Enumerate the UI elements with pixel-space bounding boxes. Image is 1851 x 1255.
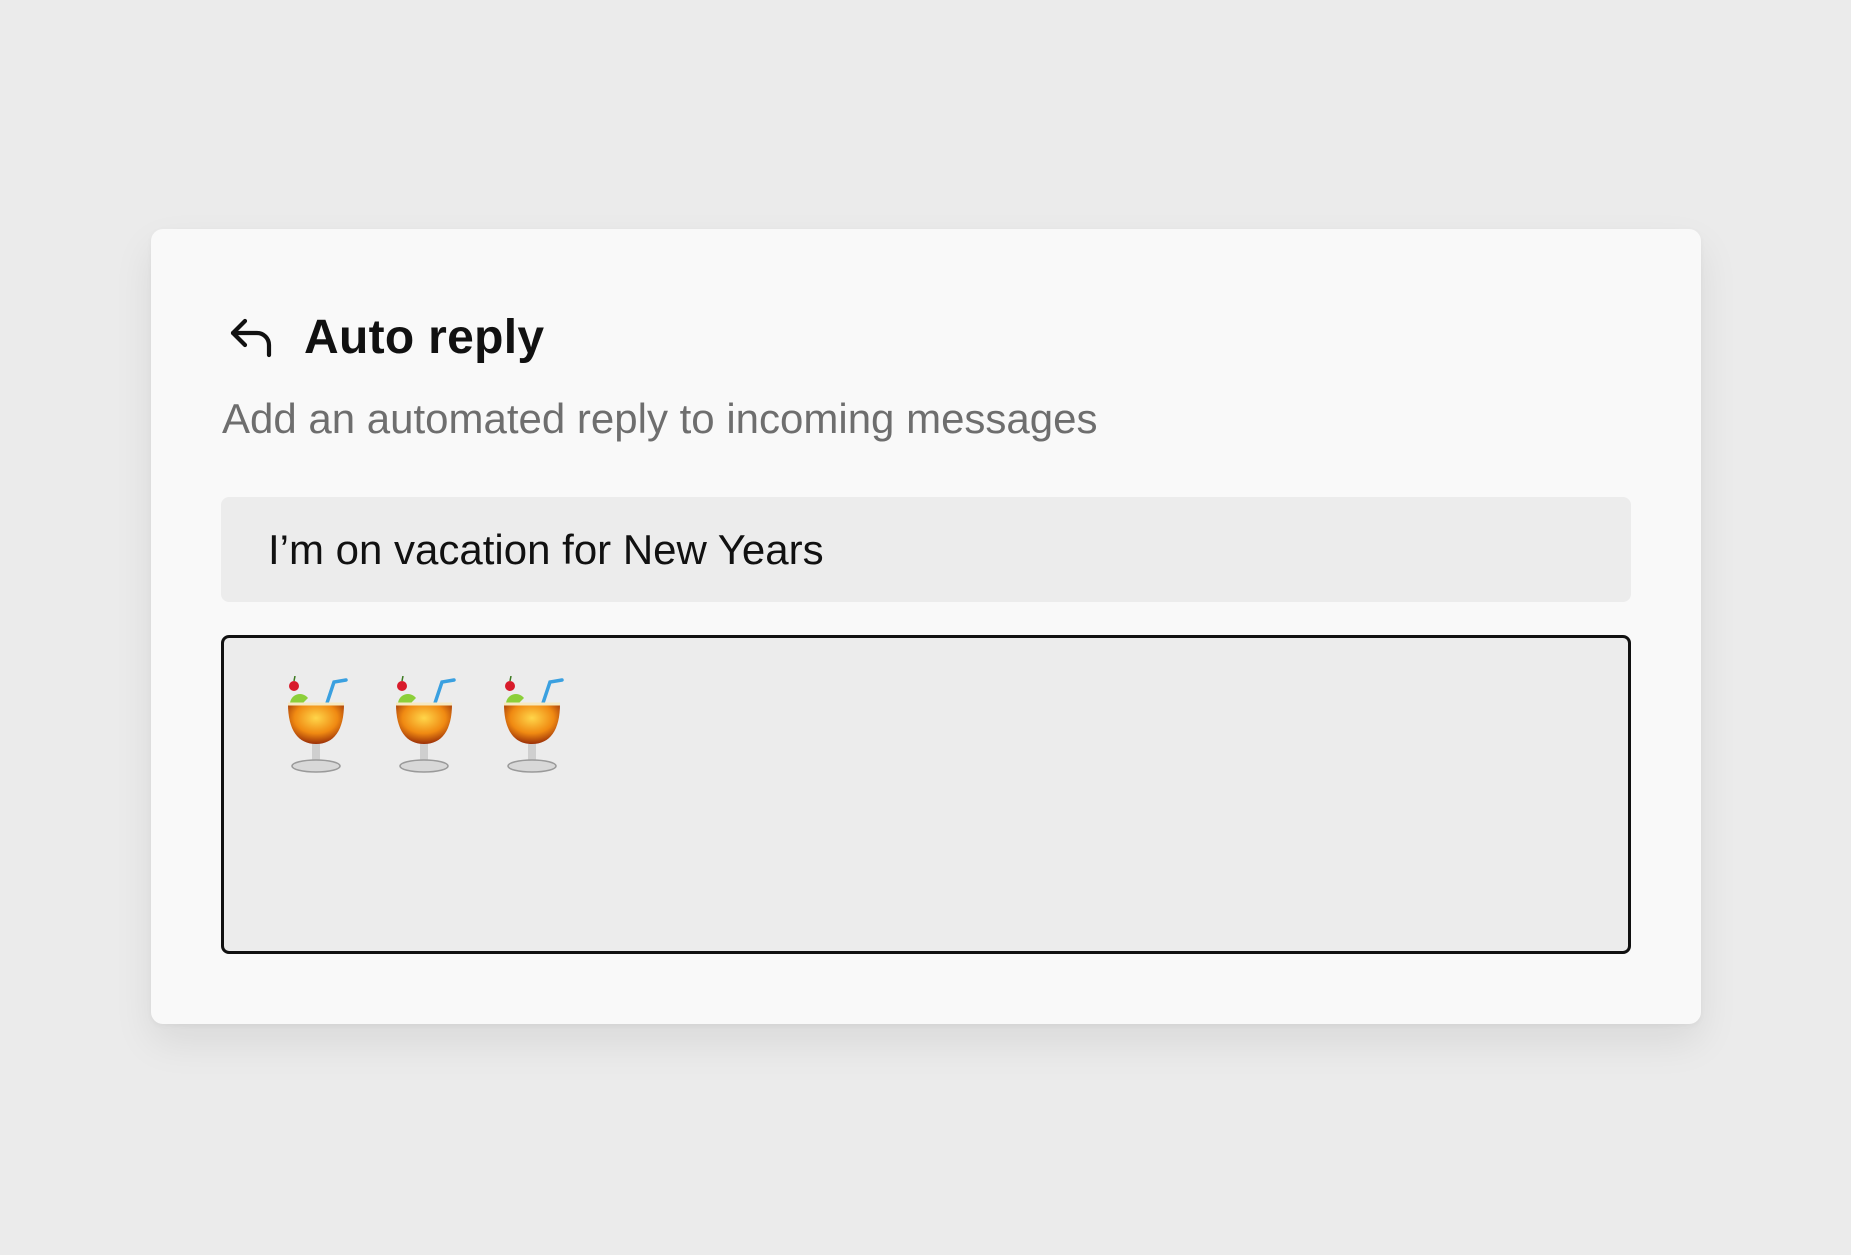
reply-arrow-icon[interactable] xyxy=(226,312,276,362)
message-textarea[interactable] xyxy=(221,635,1631,954)
tropical-drink-icon xyxy=(288,676,348,773)
subject-input-value: I’m on vacation for New Years xyxy=(268,525,824,573)
tropical-drink-icon xyxy=(396,676,456,773)
auto-reply-panel: Auto reply Add an automated reply to inc… xyxy=(151,229,1701,1024)
panel-description: Add an automated reply to incoming messa… xyxy=(222,395,1098,442)
message-content xyxy=(284,676,1628,780)
subject-input[interactable]: I’m on vacation for New Years xyxy=(221,497,1631,602)
panel-title: Auto reply xyxy=(304,310,545,364)
tropical-drink-icon xyxy=(504,676,564,773)
app-background: Auto reply Add an automated reply to inc… xyxy=(0,0,1851,1255)
panel-header: Auto reply xyxy=(226,305,544,369)
